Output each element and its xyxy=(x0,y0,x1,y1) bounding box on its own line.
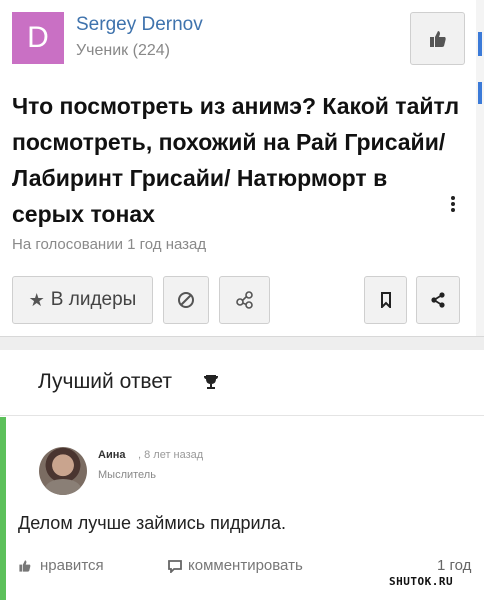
answer-like-button[interactable]: нравится xyxy=(18,557,104,574)
strip-marker xyxy=(478,32,482,56)
answer-like-label: нравится xyxy=(40,557,104,574)
answer-author-name[interactable]: Аина xyxy=(98,449,125,461)
watermark: SHUTOK.RU xyxy=(389,575,454,588)
more-options-icon[interactable] xyxy=(450,196,456,214)
to-leaders-label: В лидеры xyxy=(50,289,137,310)
answer-comment-button[interactable]: комментировать xyxy=(168,557,303,574)
trophy-icon xyxy=(204,375,218,389)
thumbs-up-icon xyxy=(429,30,446,47)
share-icon xyxy=(431,292,445,308)
ban-icon xyxy=(178,292,194,308)
share-network-button[interactable] xyxy=(219,276,270,324)
avatar-shirt xyxy=(45,479,81,495)
thumbs-up-icon xyxy=(19,559,31,572)
answer-action-time: 1 год xyxy=(437,557,472,574)
best-answer-header: Лучший ответ xyxy=(0,350,484,416)
answer-time: , 8 лет назад xyxy=(138,449,204,461)
strip-marker-2 xyxy=(478,82,482,104)
author-rank: Ученик (224) xyxy=(76,42,170,59)
question-title: Что посмотреть из анимэ? Какой тайтл пос… xyxy=(12,93,460,227)
bookmark-button[interactable] xyxy=(364,276,407,324)
star-icon: ★ xyxy=(28,289,45,310)
best-answer-title: Лучший ответ xyxy=(38,370,172,393)
like-button[interactable] xyxy=(410,12,465,65)
best-answer-card: Аина , 8 лет назад Мыслитель Делом лучше… xyxy=(0,417,484,600)
comment-icon xyxy=(168,559,182,573)
bookmark-icon xyxy=(380,292,391,308)
answer-author-rank: Мыслитель xyxy=(98,469,156,481)
question-meta: На голосовании 1 год назад xyxy=(12,236,207,253)
report-button[interactable] xyxy=(163,276,209,324)
share-button[interactable] xyxy=(416,276,460,324)
author-avatar[interactable]: D xyxy=(12,12,64,64)
answer-author-avatar[interactable] xyxy=(39,447,87,495)
scroll-strip xyxy=(476,0,484,336)
section-divider xyxy=(0,336,484,350)
share-nodes-icon xyxy=(235,291,253,309)
answer-comment-label: комментировать xyxy=(188,557,303,574)
answer-text: Делом лучше займись пидрила. xyxy=(18,513,287,533)
question-card: D Sergey Dernov Ученик (224) Что посмотр… xyxy=(0,0,484,336)
to-leaders-button[interactable]: ★ В лидеры xyxy=(12,276,153,324)
author-name-link[interactable]: Sergey Dernov xyxy=(76,14,203,36)
